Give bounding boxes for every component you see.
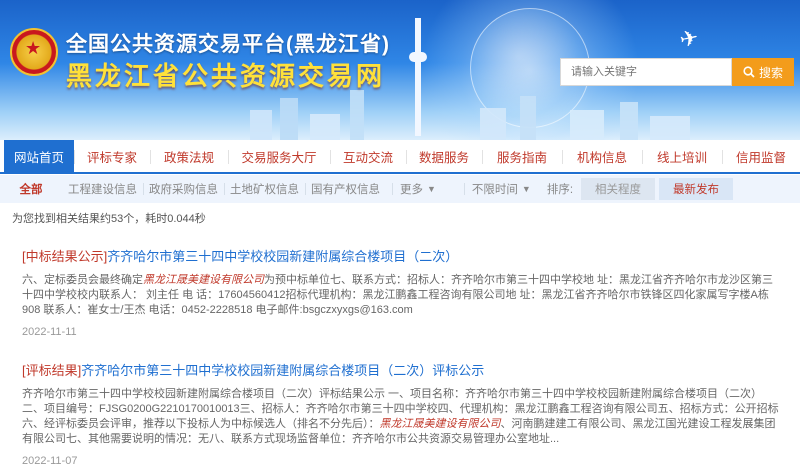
nav-service-guide[interactable]: 服务指南 (482, 140, 562, 172)
filter-land-mining[interactable]: 土地矿权信息 (224, 175, 305, 203)
filter-state-property[interactable]: 国有产权信息 (305, 175, 386, 203)
list-item: [中标结果公示]齐齐哈尔市第三十四中学校校园新建附属综合楼项目（二次） 六、定标… (22, 246, 780, 338)
time-limit-label: 不限时间 (471, 184, 518, 196)
result-title: 齐齐哈尔市第三十四中学校校园新建附属综合楼项目（二次）评标公示 (81, 363, 485, 378)
chevron-down-icon: ▼ (427, 184, 436, 194)
filter-all[interactable]: 全部 (0, 175, 62, 203)
airplane-icon: ✈ (677, 24, 701, 53)
tower-top-graphic (409, 52, 427, 62)
platform-title: 全国公共资源交易平台(黑龙江省) (66, 33, 390, 56)
result-count: 为您找到相关结果约53个，耗时0.044秒 (12, 213, 206, 225)
nav-interaction[interactable]: 互动交流 (330, 140, 406, 172)
result-snippet: 六、定标委员会最终确定黑龙江晟美建设有限公司为预中标单位七、联系方式：招标人：齐… (22, 273, 780, 318)
snippet-highlight: 黑龙江晟美建设有限公司 (143, 274, 264, 286)
sort-relevance-button[interactable]: 相关程度 (581, 178, 656, 200)
result-tag: [中标结果公示] (22, 249, 108, 264)
nav-experts[interactable]: 评标专家 (74, 140, 150, 172)
filter-bar: 全部 工程建设信息 政府采购信息 土地矿权信息 国有产权信息 更多 ▼ 不限时间… (0, 175, 800, 203)
search-icon (743, 66, 755, 78)
nav-trading-hall[interactable]: 交易服务大厅 (228, 140, 330, 172)
time-limit-dropdown[interactable]: 不限时间 ▼ (463, 175, 539, 203)
sort-latest-button[interactable]: 最新发布 (659, 178, 734, 200)
result-date: 2022-11-07 (22, 455, 78, 467)
chevron-down-icon: ▼ (521, 184, 531, 194)
site-title: 黑龙江省公共资源交易网 (66, 61, 386, 91)
nav-online-training[interactable]: 线上培训 (642, 140, 722, 172)
snippet-text: 六、定标委员会最终确定 (22, 274, 143, 286)
snippet-highlight: 黑龙江晟美建设有限公司 (379, 418, 501, 430)
site-header: ✈ ★ 全国公共资源交易平台(黑龙江省) 黑龙江省公共资源交易网 搜索 (0, 0, 800, 140)
main-nav: 网站首页 评标专家 政策法规 交易服务大厅 互动交流 数据服务 服务指南 机构信… (0, 140, 800, 174)
result-date: 2022-11-11 (22, 326, 77, 338)
filter-more-label: 更多 (400, 184, 423, 196)
nav-policies[interactable]: 政策法规 (150, 140, 228, 172)
filter-engineering[interactable]: 工程建设信息 (62, 175, 143, 203)
filter-more-dropdown[interactable]: 更多 ▼ (392, 175, 444, 203)
result-title: 齐齐哈尔市第三十四中学校校园新建附属综合楼项目（二次） (107, 249, 459, 264)
search-button-label: 搜索 (758, 65, 783, 80)
sort-label: 排序: (546, 184, 574, 196)
list-item: [评标结果]齐齐哈尔市第三十四中学校校园新建附属综合楼项目（二次）评标公示 齐齐… (22, 360, 780, 467)
search-button[interactable]: 搜索 (732, 58, 794, 86)
result-title-link[interactable]: [评标结果]齐齐哈尔市第三十四中学校校园新建附属综合楼项目（二次）评标公示 (22, 360, 780, 379)
result-snippet: 齐齐哈尔市第三十四中学校校园新建附属综合楼项目（二次）评标结果公示 一、项目名称… (22, 387, 780, 447)
national-emblem-icon: ★ (10, 28, 58, 76)
search-input[interactable] (560, 58, 732, 86)
nav-data-service[interactable]: 数据服务 (406, 140, 482, 172)
result-title-link[interactable]: [中标结果公示]齐齐哈尔市第三十四中学校校园新建附属综合楼项目（二次） (22, 246, 780, 265)
nav-credit-supervision[interactable]: 信用监督 (722, 140, 800, 172)
result-tag: [评标结果] (22, 363, 82, 378)
nav-home[interactable]: 网站首页 (4, 140, 74, 172)
filter-government-procurement[interactable]: 政府采购信息 (143, 175, 224, 203)
nav-institutions[interactable]: 机构信息 (562, 140, 642, 172)
